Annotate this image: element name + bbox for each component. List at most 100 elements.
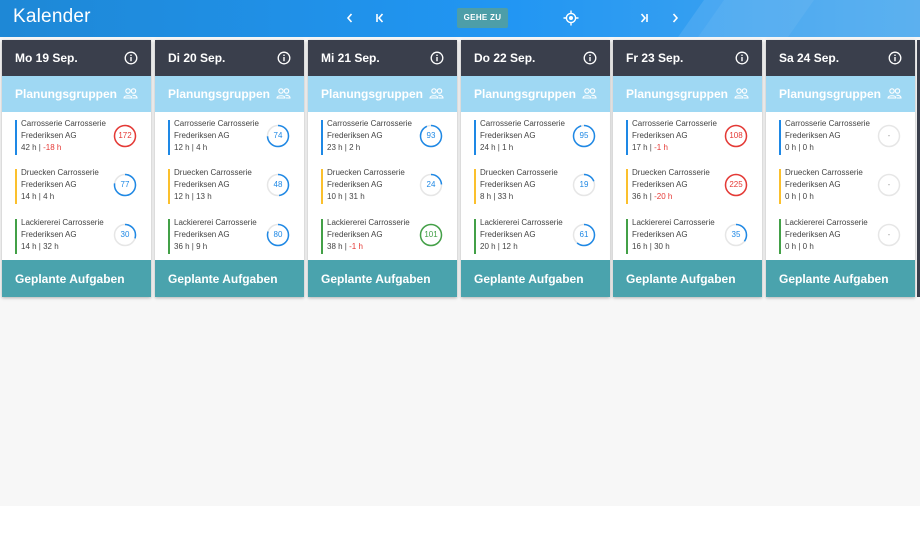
planning-groups-label: Planungsgruppen [626, 87, 728, 101]
group-icon [276, 88, 291, 99]
planning-group-list: Carrosserie Carrosserie Frederiksen AG 17 … [613, 112, 762, 260]
load-indicator[interactable]: 172 [113, 124, 137, 148]
load-value: 225 [729, 180, 743, 189]
planning-group-item[interactable]: Druecken Carrosserie Frederiksen AG 12 h |… [168, 167, 294, 205]
day-header: Mi 21 Sep. [308, 40, 457, 76]
info-icon[interactable] [124, 51, 138, 65]
planning-groups-bar[interactable]: Planungsgruppen [766, 76, 915, 112]
planning-group-item[interactable]: Druecken Carrosserie Frederiksen AG 36 h |… [626, 167, 752, 205]
load-indicator[interactable]: 108 [724, 124, 748, 148]
planned-tasks-button[interactable]: Geplante Aufgaben [155, 260, 304, 297]
group-icon [887, 88, 902, 99]
locate-today-button[interactable] [562, 9, 580, 27]
planning-group-item[interactable]: Carrosserie Carrosserie Frederiksen AG 24 … [474, 118, 600, 156]
remaining-hours: -20 h [654, 192, 673, 201]
hours-summary: 36 h | 9 h [174, 241, 207, 253]
planning-group-item[interactable]: Lackiererei Carrosserie Frederiksen AG 14 … [15, 217, 141, 255]
planning-group-item[interactable]: Carrosserie Carrosserie Frederiksen AG 42 … [15, 118, 141, 156]
planning-group-item[interactable]: Lackiererei Carrosserie Frederiksen AG 0 h… [779, 217, 905, 255]
group-name-line: Frederiksen AG [174, 180, 230, 189]
load-indicator[interactable]: 225 [724, 173, 748, 197]
planned-hours: 42 h [21, 143, 37, 152]
planned-tasks-button[interactable]: Geplante Aufgaben [461, 260, 610, 297]
group-name: Carrosserie Carrosserie Frederiksen AG [21, 118, 107, 142]
planning-groups-bar[interactable]: Planungsgruppen [155, 76, 304, 112]
group-name-line: Lackiererei Carrosserie [480, 218, 563, 227]
day-name: Mo 19 Sep. [15, 51, 78, 65]
hours-summary: 12 h | 4 h [174, 142, 207, 154]
load-indicator[interactable]: 24 [419, 173, 443, 197]
planning-groups-bar[interactable]: Planungsgruppen [461, 76, 610, 112]
remaining-hours: -1 h [349, 242, 363, 251]
load-indicator[interactable]: 77 [113, 173, 137, 197]
load-indicator[interactable]: 101 [419, 223, 443, 247]
load-indicator[interactable]: 61 [572, 223, 596, 247]
load-value: 77 [120, 180, 130, 189]
planning-group-list: Carrosserie Carrosserie Frederiksen AG 23 … [308, 112, 457, 260]
load-indicator[interactable]: 95 [572, 124, 596, 148]
planning-group-item[interactable]: Druecken Carrosserie Frederiksen AG 10 h |… [321, 167, 447, 205]
planning-group-item[interactable]: Carrosserie Carrosserie Frederiksen AG 0 h… [779, 118, 905, 156]
planning-groups-bar[interactable]: Planungsgruppen [308, 76, 457, 112]
planning-group-item[interactable]: Druecken Carrosserie Frederiksen AG 8 h | … [474, 167, 600, 205]
group-name-line: Frederiksen AG [21, 230, 77, 239]
planned-hours: 12 h [174, 192, 190, 201]
prev-button[interactable] [341, 9, 359, 27]
first-button[interactable] [371, 9, 389, 27]
load-indicator[interactable]: 19 [572, 173, 596, 197]
load-indicator[interactable]: - [877, 223, 901, 247]
planning-groups-bar[interactable]: Planungsgruppen [2, 76, 151, 112]
group-name: Lackiererei Carrosserie Frederiksen AG [21, 217, 107, 241]
group-name-line: Frederiksen AG [785, 131, 841, 140]
remaining-hours: 4 h [43, 192, 55, 201]
planned-tasks-button[interactable]: Geplante Aufgaben [308, 260, 457, 297]
planning-groups-label: Planungsgruppen [474, 87, 576, 101]
planning-group-item[interactable]: Druecken Carrosserie Frederiksen AG 14 h |… [15, 167, 141, 205]
planned-hours: 0 h [785, 192, 797, 201]
load-indicator[interactable]: - [877, 173, 901, 197]
next-button[interactable] [666, 9, 684, 27]
info-icon[interactable] [277, 51, 291, 65]
group-name: Lackiererei Carrosserie Frederiksen AG [632, 217, 718, 241]
planning-group-item[interactable]: Carrosserie Carrosserie Frederiksen AG 17 … [626, 118, 752, 156]
group-name-line: Frederiksen AG [632, 131, 688, 140]
planning-group-item[interactable]: Carrosserie Carrosserie Frederiksen AG 12 … [168, 118, 294, 156]
planned-hours: 17 h [632, 143, 648, 152]
day-header: Sa 24 Sep. [766, 40, 915, 76]
info-icon[interactable] [735, 51, 749, 65]
group-name-line: Carrosserie Carrosserie [480, 119, 565, 128]
planned-tasks-label: Geplante Aufgaben [15, 272, 125, 286]
planning-groups-bar[interactable]: Planungsgruppen [613, 76, 762, 112]
load-indicator[interactable]: 48 [266, 173, 290, 197]
goto-button[interactable]: GEHE ZU [457, 8, 508, 28]
planned-tasks-label: Geplante Aufgaben [626, 272, 736, 286]
load-indicator[interactable]: 80 [266, 223, 290, 247]
planned-tasks-label: Geplante Aufgaben [474, 272, 584, 286]
group-name: Lackiererei Carrosserie Frederiksen AG [327, 217, 413, 241]
planning-group-item[interactable]: Lackiererei Carrosserie Frederiksen AG 20 … [474, 217, 600, 255]
planning-group-item[interactable]: Lackiererei Carrosserie Frederiksen AG 16 … [626, 217, 752, 255]
load-indicator[interactable]: 30 [113, 223, 137, 247]
planned-tasks-button[interactable]: Geplante Aufgaben [613, 260, 762, 297]
group-name-line: Lackiererei Carrosserie [785, 218, 868, 227]
planned-tasks-button[interactable]: Geplante Aufgaben [2, 260, 151, 297]
group-name: Druecken Carrosserie Frederiksen AG [632, 167, 718, 191]
planned-tasks-button[interactable]: Geplante Aufgaben [766, 260, 915, 297]
info-icon[interactable] [888, 51, 902, 65]
group-name: Carrosserie Carrosserie Frederiksen AG [480, 118, 566, 142]
info-icon[interactable] [583, 51, 597, 65]
group-color-bar [168, 219, 170, 254]
info-icon[interactable] [430, 51, 444, 65]
planning-group-item[interactable]: Carrosserie Carrosserie Frederiksen AG 23 … [321, 118, 447, 156]
top-bar: Kalender GEHE ZU [0, 0, 920, 37]
planning-group-item[interactable]: Druecken Carrosserie Frederiksen AG 0 h | … [779, 167, 905, 205]
load-indicator[interactable]: 35 [724, 223, 748, 247]
planning-group-item[interactable]: Lackiererei Carrosserie Frederiksen AG 36 … [168, 217, 294, 255]
last-button[interactable] [635, 9, 653, 27]
hours-summary: 38 h | -1 h [327, 241, 363, 253]
remaining-hours: 31 h [349, 192, 365, 201]
load-indicator[interactable]: - [877, 124, 901, 148]
planning-group-item[interactable]: Lackiererei Carrosserie Frederiksen AG 38 … [321, 217, 447, 255]
load-indicator[interactable]: 74 [266, 124, 290, 148]
load-indicator[interactable]: 93 [419, 124, 443, 148]
